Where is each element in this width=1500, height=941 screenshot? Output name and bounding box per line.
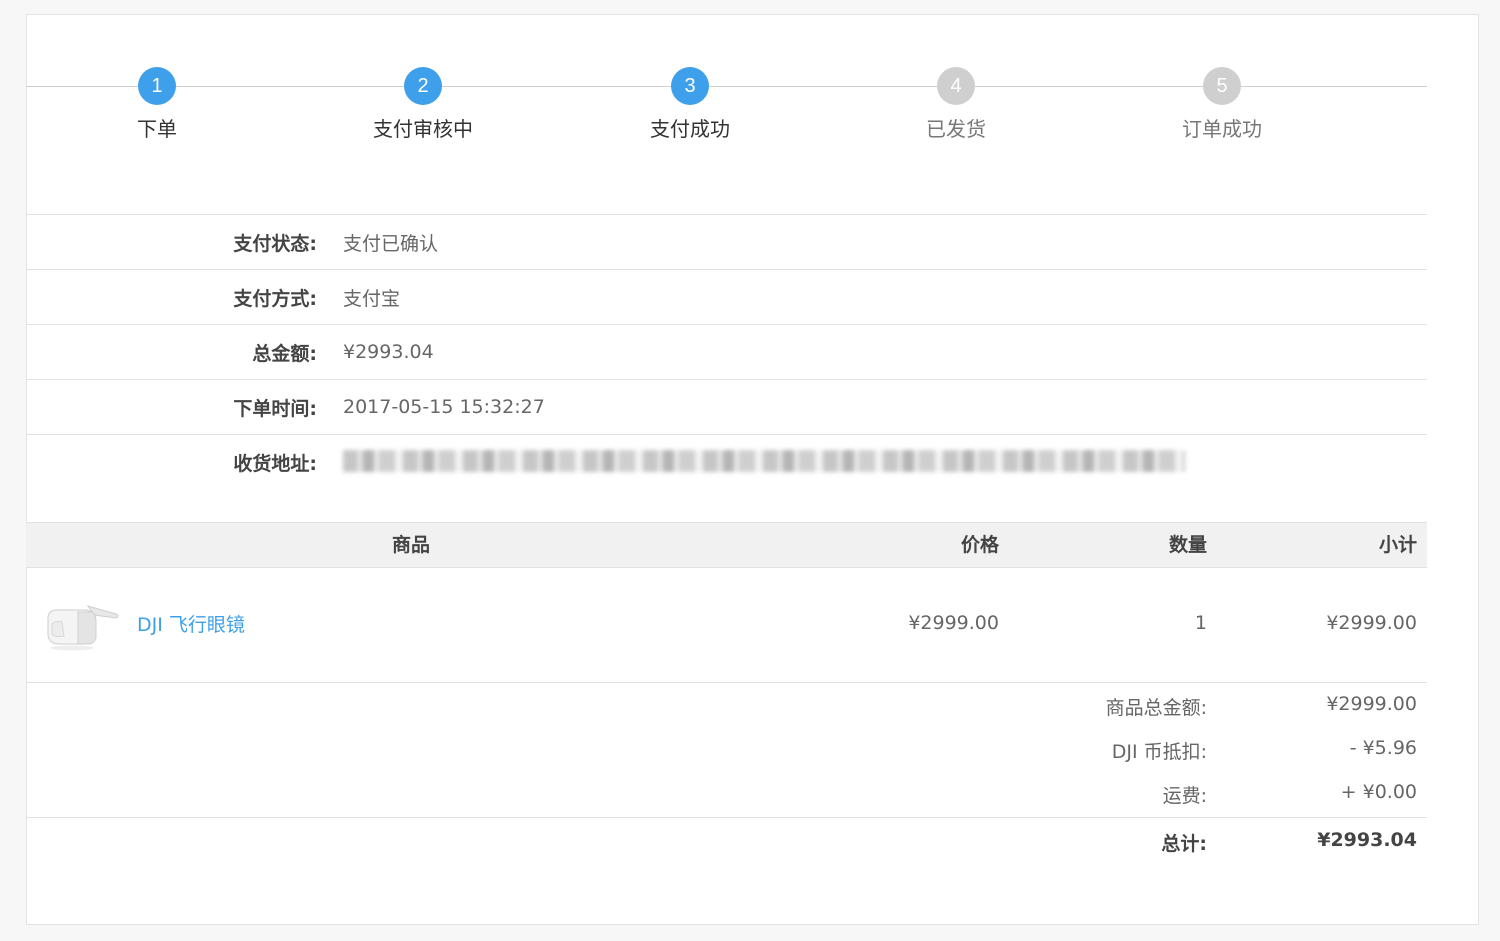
- step-label: 支付审核中: [373, 117, 473, 141]
- step-label: 订单成功: [1182, 117, 1262, 141]
- subtotal-column-header: 小计: [1378, 534, 1417, 556]
- product-price: ¥2999.00: [908, 612, 999, 634]
- step-number-badge: 3: [671, 67, 709, 105]
- product-table-header: 商品 价格 数量 小计: [26, 522, 1427, 568]
- step-4: 4 已发货: [856, 67, 1056, 143]
- coin-discount-row: DJI 币抵扣: - ¥5.96: [26, 727, 1427, 771]
- coin-discount-value: - ¥5.96: [1349, 737, 1417, 759]
- total-amount-row: 总金额: ¥2993.04: [26, 325, 1427, 380]
- step-number-badge: 4: [937, 67, 975, 105]
- shipping-address-label: 收货地址:: [233, 453, 317, 475]
- quantity-column-header: 数量: [1168, 534, 1207, 556]
- payment-status-value: 支付已确认: [343, 232, 439, 255]
- grand-total-value: ¥2993.04: [1317, 829, 1417, 851]
- order-progress-steps: 1 下单 2 支付审核中 3 支付成功 4 已发货 5 订单成功: [26, 67, 1427, 167]
- blurred-address-image: [343, 450, 1185, 472]
- step-label: 支付成功: [650, 117, 730, 141]
- table-row: DJI 飞行眼镜 ¥2999.00 1 ¥2999.00: [26, 568, 1427, 683]
- payment-status-row: 支付状态: 支付已确认: [26, 215, 1427, 270]
- payment-status-label: 支付状态:: [233, 232, 317, 255]
- shipping-address-value: [343, 448, 1185, 477]
- goods-total-label: 商品总金额:: [1105, 697, 1207, 719]
- payment-method-label: 支付方式:: [233, 287, 317, 310]
- goggles-image-icon: [47, 605, 119, 651]
- grand-total-row: 总计: ¥2993.04: [26, 817, 1427, 863]
- grand-total-label: 总计:: [1161, 833, 1207, 855]
- order-time-label: 下单时间:: [233, 397, 317, 420]
- order-time-value: 2017-05-15 15:32:27: [343, 396, 545, 418]
- product-name-link[interactable]: DJI 飞行眼镜: [137, 610, 245, 637]
- coin-discount-label: DJI 币抵扣:: [1111, 741, 1207, 763]
- product-quantity: 1: [1194, 612, 1207, 634]
- goods-total-row: 商品总金额: ¥2999.00: [26, 683, 1427, 727]
- step-1: 1 下单: [57, 67, 257, 143]
- step-number-badge: 2: [404, 67, 442, 105]
- price-column-header: 价格: [960, 534, 999, 556]
- total-amount-label: 总金额:: [252, 342, 317, 365]
- step-label: 下单: [137, 117, 177, 141]
- step-number-badge: 1: [138, 67, 176, 105]
- order-summary: 商品总金额: ¥2999.00 DJI 币抵扣: - ¥5.96 运费: + ¥…: [26, 683, 1427, 863]
- step-5: 5 订单成功: [1122, 67, 1322, 143]
- payment-method-row: 支付方式: 支付宝: [26, 270, 1427, 325]
- shipping-fee-label: 运费:: [1162, 785, 1207, 807]
- step-2: 2 支付审核中: [323, 67, 523, 143]
- order-info-list: 支付状态: 支付已确认 支付方式: 支付宝 总金额: ¥2993.04 下单时间…: [26, 214, 1427, 490]
- shipping-fee-row: 运费: + ¥0.00: [26, 771, 1427, 815]
- step-3: 3 支付成功: [590, 67, 790, 143]
- step-label: 已发货: [926, 117, 986, 141]
- payment-method-value: 支付宝: [343, 287, 401, 310]
- shipping-address-row: 收货地址:: [26, 435, 1427, 490]
- goods-total-value: ¥2999.00: [1326, 693, 1417, 715]
- shipping-fee-value: + ¥0.00: [1340, 781, 1417, 803]
- product-column-header: 商品: [391, 534, 430, 556]
- total-amount-value: ¥2993.04: [343, 341, 434, 363]
- order-time-row: 下单时间: 2017-05-15 15:32:27: [26, 380, 1427, 435]
- step-number-badge: 5: [1203, 67, 1241, 105]
- product-subtotal: ¥2999.00: [1326, 612, 1417, 634]
- product-thumbnail[interactable]: [42, 598, 122, 652]
